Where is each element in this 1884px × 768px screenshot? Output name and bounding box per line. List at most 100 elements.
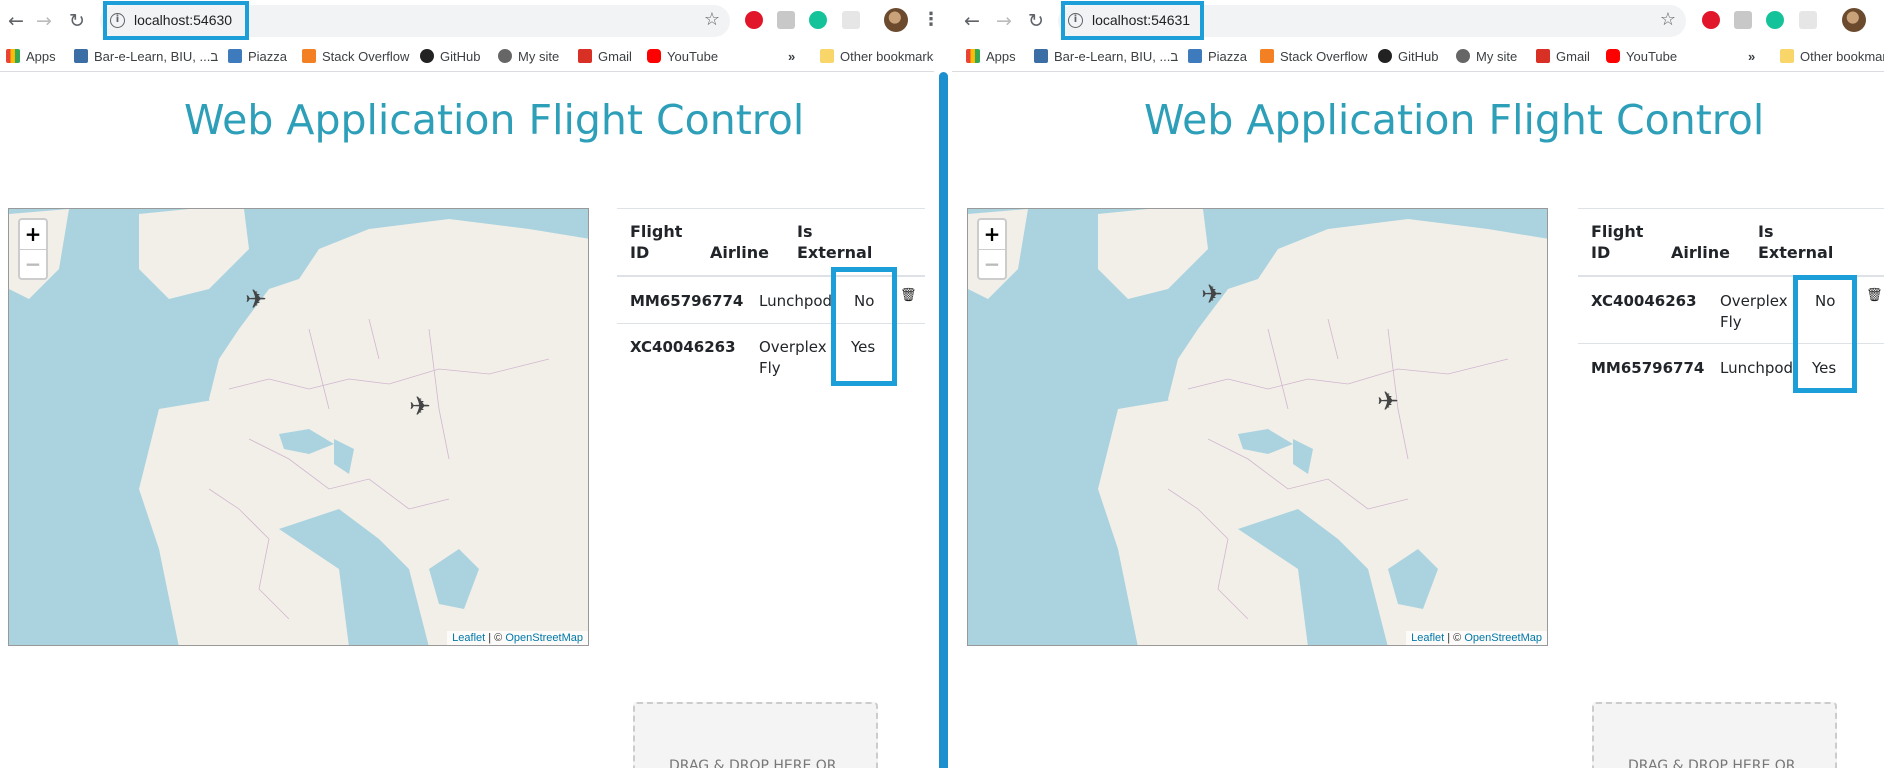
piazza-icon <box>1188 49 1202 63</box>
bookmark-label: GitHub <box>1398 49 1439 64</box>
drop-zone[interactable]: DRAG & DROP HERE OR <box>1592 702 1837 768</box>
bookmark-stack-overflow[interactable]: Stack Overflow <box>1260 49 1367 64</box>
osm-link[interactable]: OpenStreetMap <box>505 632 583 644</box>
airline-cell: Overplex Fly <box>759 338 827 377</box>
bookmark-youtube[interactable]: YouTube <box>647 49 718 64</box>
bookmarks-bar: Apps Bar-e-Learn, BIU, ...ב Piazza Stack… <box>952 42 1884 72</box>
attribution-separator: | © <box>1444 632 1465 644</box>
bookmark-youtube[interactable]: YouTube <box>1606 49 1677 64</box>
zoom-control: + − <box>18 218 48 280</box>
star-icon[interactable]: ☆ <box>704 9 720 30</box>
bookmark-gmail[interactable]: Gmail <box>578 49 632 64</box>
bookmark-my-site[interactable]: My site <box>1456 49 1517 64</box>
bookmark-bar-e-learn[interactable]: Bar-e-Learn, BIU, ...ב <box>1034 49 1178 64</box>
bookmark-label: YouTube <box>1626 49 1678 64</box>
header-airline: Airline <box>710 243 769 262</box>
bookmark-my-site[interactable]: My site <box>498 49 559 64</box>
flight-id-cell[interactable]: MM65796774 <box>630 291 743 312</box>
flight-id-cell[interactable]: XC40046263 <box>630 337 736 358</box>
flight-id-cell[interactable]: MM65796774 <box>1591 358 1704 379</box>
bookmark-other[interactable]: Other bookmar <box>1780 49 1884 64</box>
header-is-external: Is External <box>797 222 873 262</box>
bookmark-label: Apps <box>986 49 1016 64</box>
drop-zone-text: DRAG & DROP HERE OR <box>669 758 837 768</box>
bookmark-label: Bar-e-Learn, BIU, ...ב <box>1054 49 1179 64</box>
bar-e-learn-icon <box>1034 49 1048 63</box>
page-title: Web Application Flight Control <box>1144 96 1765 144</box>
flight-id-cell[interactable]: XC40046263 <box>1591 291 1697 312</box>
bookmark-github[interactable]: GitHub <box>420 49 480 64</box>
bookmark-other[interactable]: Other bookmarks <box>820 49 934 64</box>
bookmarks-bar: Apps Bar-e-Learn, BIU, ...ב Piazza Stack… <box>0 42 934 72</box>
bookmark-apps[interactable]: Apps <box>966 49 1016 64</box>
reload-icon[interactable]: ↻ <box>66 10 88 32</box>
bookmark-label: YouTube <box>667 49 719 64</box>
bookmark-github[interactable]: GitHub <box>1378 49 1438 64</box>
drop-zone[interactable]: DRAG & DROP HERE OR <box>633 702 878 768</box>
zoom-in-button[interactable]: + <box>979 220 1005 249</box>
apps-grid-icon <box>966 49 980 63</box>
right-browser-window: ← → ↻ i localhost:54631 ☆ Apps Bar-e-Lea… <box>952 0 1884 768</box>
zoom-out-button[interactable]: − <box>20 249 46 278</box>
bookmark-piazza[interactable]: Piazza <box>228 49 287 64</box>
airline-cell: Lunchpod <box>759 292 833 310</box>
trash-icon[interactable]: 🗑 <box>1866 288 1883 303</box>
table-top-border <box>617 208 925 209</box>
header-airline: Airline <box>1671 243 1730 262</box>
star-icon[interactable]: ☆ <box>1660 9 1676 30</box>
bookmark-bar-e-learn[interactable]: Bar-e-Learn, BIU, ...ב <box>74 49 218 64</box>
scrollbar[interactable] <box>939 72 948 768</box>
leaflet-link[interactable]: Leaflet <box>1411 632 1444 644</box>
apps-grid-icon <box>6 49 20 63</box>
avatar[interactable] <box>884 8 908 32</box>
drop-zone-text: DRAG & DROP HERE OR <box>1628 758 1796 768</box>
gmail-icon <box>1536 49 1550 63</box>
menu-icon[interactable]: ⋮ <box>922 9 934 31</box>
grammarly-icon[interactable] <box>809 11 827 29</box>
avatar[interactable] <box>1842 8 1866 32</box>
zoom-control: + − <box>977 218 1007 280</box>
reload-icon[interactable]: ↻ <box>1025 10 1047 32</box>
bookmark-piazza[interactable]: Piazza <box>1188 49 1247 64</box>
plane-icon[interactable]: ✈ <box>245 287 267 313</box>
extension-icon[interactable] <box>1734 11 1752 29</box>
zoom-out-button[interactable]: − <box>979 249 1005 278</box>
map[interactable]: + − ✈ ✈ Leaflet | © OpenStreetMap <box>8 208 589 646</box>
zoom-in-button[interactable]: + <box>20 220 46 249</box>
bookmarks-overflow-icon[interactable]: » <box>1748 49 1755 64</box>
bookmark-apps[interactable]: Apps <box>6 49 56 64</box>
globe-icon <box>498 49 512 63</box>
folder-icon <box>820 49 834 63</box>
forward-arrow-icon[interactable]: → <box>993 10 1015 32</box>
page-title: Web Application Flight Control <box>184 96 805 144</box>
bookmark-gmail[interactable]: Gmail <box>1536 49 1590 64</box>
map-tiles <box>968 209 1547 645</box>
extension-icon[interactable] <box>842 11 860 29</box>
forward-arrow-icon[interactable]: → <box>33 10 55 32</box>
bar-e-learn-icon <box>74 49 88 63</box>
back-arrow-icon[interactable]: ← <box>5 10 27 32</box>
opera-icon[interactable] <box>1702 11 1720 29</box>
left-browser-window: ← → ↻ i localhost:54630 ☆ ⋮ Apps Bar-e-L… <box>0 0 934 768</box>
bookmark-stack-overflow[interactable]: Stack Overflow <box>302 49 409 64</box>
back-arrow-icon[interactable]: ← <box>961 10 983 32</box>
bookmarks-overflow-icon[interactable]: » <box>788 49 795 64</box>
bookmark-label: Other bookmar <box>1800 49 1884 64</box>
map[interactable]: + − ✈ ✈ Leaflet | © OpenStreetMap <box>967 208 1548 646</box>
globe-icon <box>1456 49 1470 63</box>
leaflet-link[interactable]: Leaflet <box>452 632 485 644</box>
bookmark-label: My site <box>1476 49 1518 64</box>
bookmark-label: Gmail <box>598 49 632 64</box>
trash-icon[interactable]: 🗑 <box>900 288 917 303</box>
bookmark-label: Piazza <box>248 49 288 64</box>
bookmark-label: Gmail <box>1556 49 1590 64</box>
plane-icon[interactable]: ✈ <box>1377 389 1399 415</box>
extension-icon[interactable] <box>777 11 795 29</box>
plane-icon[interactable]: ✈ <box>409 394 431 420</box>
grammarly-icon[interactable] <box>1766 11 1784 29</box>
extension-icon[interactable] <box>1799 11 1817 29</box>
osm-link[interactable]: OpenStreetMap <box>1464 632 1542 644</box>
plane-icon[interactable]: ✈ <box>1201 282 1223 308</box>
piazza-icon <box>228 49 242 63</box>
opera-icon[interactable] <box>745 11 763 29</box>
